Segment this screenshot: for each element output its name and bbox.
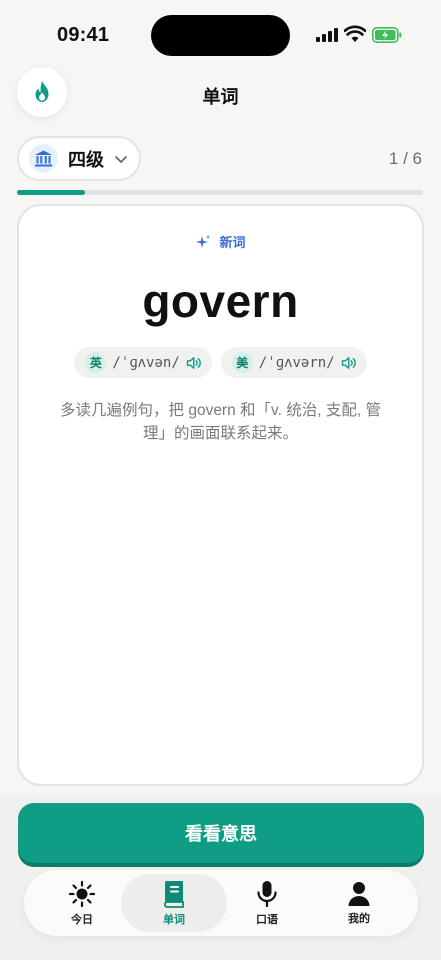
tab-today[interactable]: 今日 <box>29 874 135 932</box>
word-counter: 1 / 6 <box>388 149 422 168</box>
status-bar: 09:41 <box>0 0 441 70</box>
tab-me[interactable]: 我的 <box>306 874 412 932</box>
bank-icon <box>29 144 58 173</box>
progress-fill <box>17 190 85 195</box>
signal-icon <box>316 28 338 42</box>
memory-hint: 多读几遍例句，把 govern 和「v. 统治, 支配, 管理」的画面联系起来。 <box>60 402 381 442</box>
phonetics-row: 英 /ˈɡʌvən/ 美 /ˈɡʌvərn/ <box>19 347 422 378</box>
phonetic-uk-button[interactable]: 英 /ˈɡʌvən/ <box>74 347 212 378</box>
sparkle-icon <box>196 234 211 248</box>
tab-bar: 今日 单词 口语 我的 <box>24 870 418 936</box>
tab-words-label: 单词 <box>163 913 185 926</box>
level-label: 四级 <box>68 149 104 170</box>
person-icon <box>348 881 370 906</box>
word-text: govern <box>142 275 299 327</box>
mic-icon <box>257 880 277 907</box>
dynamic-island <box>151 15 290 56</box>
wifi-icon <box>344 25 366 42</box>
phonetic-uk-badge: 英 <box>85 352 107 373</box>
word-card[interactable]: 新词 govern 英 /ˈɡʌvən/ 美 /ˈɡʌvərn/ 多读几遍例句，… <box>17 204 424 786</box>
tab-me-label: 我的 <box>348 912 370 925</box>
tab-words[interactable]: 单词 <box>121 874 227 932</box>
level-selector[interactable]: 四级 <box>17 136 141 181</box>
show-meaning-button[interactable]: 看看意思 <box>18 803 424 863</box>
speaker-icon <box>186 356 201 369</box>
speaker-icon <box>341 356 356 369</box>
page-title: 单词 <box>202 87 239 107</box>
tab-speaking[interactable]: 口语 <box>214 874 320 932</box>
battery-charging-icon <box>372 27 402 43</box>
status-time: 09:41 <box>57 24 110 46</box>
phonetic-us-badge: 美 <box>231 352 253 373</box>
chevron-down-icon <box>115 155 127 163</box>
sun-icon <box>68 880 96 907</box>
new-word-tag: 新词 <box>19 232 422 251</box>
book-icon <box>164 880 184 908</box>
progress-bar <box>17 190 423 195</box>
phonetic-us-text: /ˈɡʌvərn/ <box>258 354 335 371</box>
phonetic-us-button[interactable]: 美 /ˈɡʌvərn/ <box>220 347 367 378</box>
phonetic-uk-text: /ˈɡʌvən/ <box>112 354 180 371</box>
tab-today-label: 今日 <box>71 913 93 926</box>
tab-speaking-label: 口语 <box>256 913 278 926</box>
new-word-label: 新词 <box>219 235 246 250</box>
